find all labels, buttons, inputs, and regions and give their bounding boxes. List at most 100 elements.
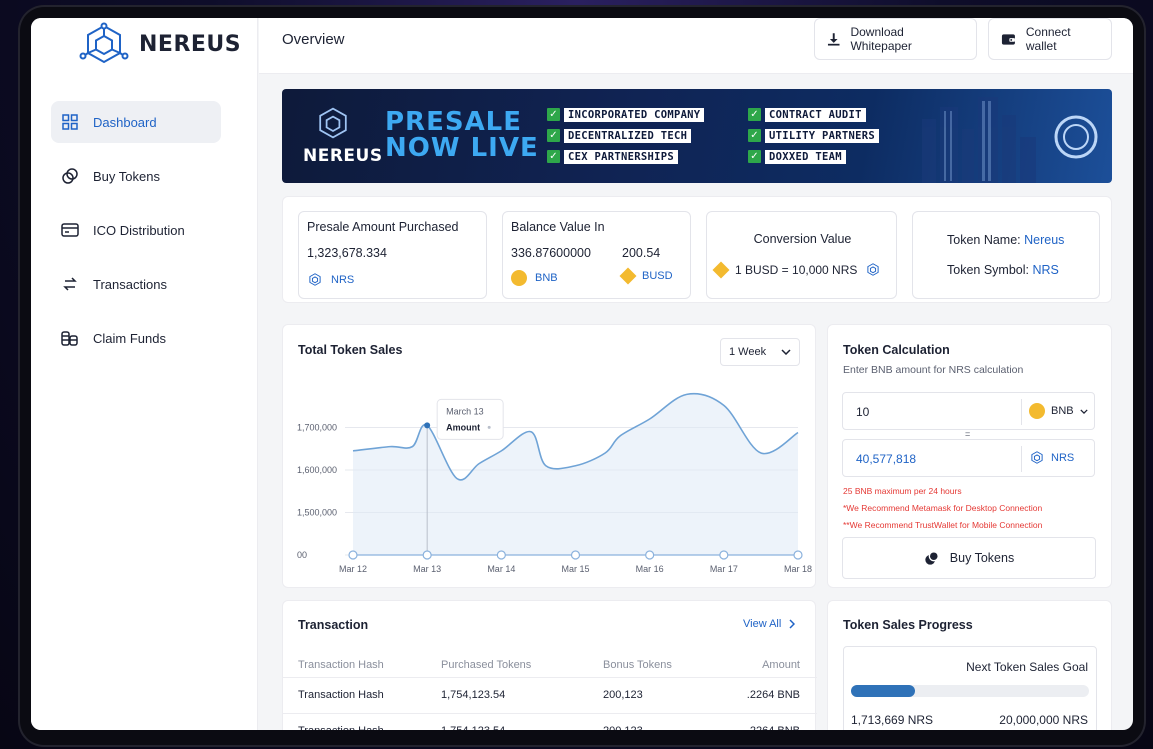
bnb-currency-label: BNB: [1051, 405, 1074, 417]
token-calculation-panel: Token Calculation Enter BNB amount for N…: [827, 324, 1112, 588]
tx-amount: .2264 BNB: [723, 712, 817, 730]
sales-progress-panel: Token Sales Progress Next Token Sales Go…: [827, 600, 1112, 730]
progress-title: Token Sales Progress: [843, 618, 973, 632]
x-tick-marker: [645, 550, 655, 560]
x-tick-label: Mar 15: [561, 564, 589, 574]
banner-brand: NEREUS: [303, 146, 383, 166]
busd-icon: [712, 261, 730, 278]
balance-label: Balance Value In: [511, 220, 605, 234]
progress-fill: [851, 685, 916, 697]
table-row[interactable]: Transaction Hash 1,754,123.54 200,123 .2…: [283, 712, 817, 730]
tooltip-date: March 13: [446, 406, 484, 416]
x-tick-marker: [793, 550, 803, 560]
x-tick-marker: [570, 550, 581, 560]
banner-check-text: UTILITY PARTNERS: [765, 128, 879, 143]
banner-check-item: ✓ CEX PARTNERSHIPS: [547, 149, 704, 164]
connect-wallet-label: Connect wallet: [1025, 25, 1071, 53]
progress-box: Next Token Sales Goal 1,713,669 NRS 20,0…: [843, 646, 1097, 730]
nrs-unit: NRS: [307, 272, 354, 287]
banner-check-item: ✓ UTILITY PARTNERS: [748, 128, 879, 143]
view-all-label: View All: [743, 618, 782, 630]
tooltip-dot: [487, 425, 491, 429]
banner-check-item: ✓ DECENTRALIZED TECH: [547, 128, 704, 143]
conversion-rate: 1 BUSD = 10,000 NRS: [712, 261, 881, 278]
sidebar-item-dashboard[interactable]: Dashboard: [51, 101, 221, 143]
progress-current: 1,713,669 NRS: [851, 713, 934, 727]
nrs-icon: [1031, 451, 1043, 464]
bnb-icon: [1029, 403, 1045, 419]
banner-check-item: ✓ DOXXED TEAM: [748, 149, 879, 164]
banner-check-text: INCORPORATED COMPANY: [564, 107, 705, 122]
token-info-card: Token Name: Nereus Token Symbol: NRS: [912, 211, 1100, 299]
x-tick-label: Mar 13: [413, 564, 441, 574]
check-icon: ✓: [748, 150, 761, 163]
sales-line-chart[interactable]: 1,700,000 1,600,000 1,500,000 00 Mar 12 Mar 1…: [283, 325, 817, 589]
balance-card: Balance Value In 336.87600000 200.54 BNB…: [502, 211, 691, 299]
token-name-label: Token Name:: [947, 233, 1021, 247]
tx-amount: .2264 BNB: [723, 676, 817, 713]
buy-tokens-button[interactable]: Buy Tokens: [842, 537, 1096, 579]
swap-icon: [61, 275, 79, 293]
field-divider: [1021, 446, 1022, 472]
card-icon: [61, 221, 79, 239]
presale-banner[interactable]: NEREUS PRESALE NOW LIVE ✓ INCORPORATED CO…: [282, 89, 1112, 183]
bnb-unit: BNB: [511, 270, 558, 286]
busd-unit-label: BUSD: [642, 270, 673, 282]
sidebar-item-buy-tokens[interactable]: Buy Tokens: [51, 155, 221, 197]
view-all-link[interactable]: View All: [743, 618, 796, 630]
bnb-amount-field[interactable]: 10 BNB: [842, 392, 1095, 430]
bnb-unit-label: BNB: [535, 272, 558, 284]
tx-bonus: 200,123: [603, 676, 723, 713]
check-icon: ✓: [748, 129, 761, 142]
token-sales-chart-panel: Total Token Sales 1 Week 1,700,000 1,600,…: [282, 324, 816, 588]
y-tick-label: 1,600,000: [297, 465, 337, 475]
sidebar: NEREUS Dashboard Buy Tokens ICO Distribu…: [31, 18, 258, 730]
token-name-value: Nereus: [1024, 233, 1065, 247]
busd-unit: BUSD: [619, 267, 673, 285]
token-icon: [61, 167, 79, 185]
chevron-right-icon: [789, 619, 796, 629]
token-symbol-label: Token Symbol:: [947, 263, 1029, 277]
metamask-warning: *We Recommend Metamask for Desktop Conne…: [843, 503, 1043, 513]
stats-panel: Presale Amount Purchased 1,323,678.334 N…: [282, 196, 1112, 303]
bnb-icon: [511, 270, 527, 286]
bnb-balance-value: 336.87600000: [511, 246, 591, 260]
presale-amount-label: Presale Amount Purchased: [307, 220, 459, 234]
column-header: Amount: [762, 658, 800, 671]
banner-check-text: CEX PARTNERSHIPS: [564, 149, 678, 164]
sidebar-item-label: Transactions: [93, 276, 167, 292]
sidebar-item-ico-distribution[interactable]: ICO Distribution: [51, 209, 221, 251]
bnb-currency-select[interactable]: BNB: [1029, 403, 1088, 419]
check-icon: ✓: [547, 108, 560, 121]
conversion-label: Conversion Value: [753, 232, 852, 246]
x-tick-marker: [496, 550, 506, 560]
presale-amount-card: Presale Amount Purchased 1,323,678.334 N…: [298, 211, 487, 299]
banner-check-item: ✓ INCORPORATED COMPANY: [547, 107, 705, 122]
download-icon: [827, 33, 840, 46]
check-icon: ✓: [547, 129, 560, 142]
connect-wallet-button[interactable]: Connect wallet: [988, 18, 1112, 60]
coins-icon: [61, 329, 79, 347]
token-symbol-value: NRS: [1032, 263, 1059, 277]
table-row[interactable]: Transaction Hash 1,754,123.54 200,123 .2…: [283, 676, 817, 713]
x-tick-label: Mar 14: [487, 564, 515, 574]
transactions-table: Transaction Hash Purchased Tokens Bonus …: [283, 653, 817, 730]
bnb-amount-value: 10: [856, 405, 870, 419]
download-whitepaper-button[interactable]: Download Whitepaper: [814, 18, 977, 60]
check-icon: ✓: [547, 150, 560, 163]
nrs-amount-value: 40,577,818: [856, 452, 917, 466]
banner-check-text: DOXXED TEAM: [765, 149, 846, 164]
conversion-text: 1 BUSD = 10,000 NRS: [735, 262, 858, 277]
sidebar-item-transactions[interactable]: Transactions: [51, 263, 221, 305]
x-tick-label: Mar 12: [339, 564, 367, 574]
x-tick-label: Mar 17: [710, 564, 738, 574]
nrs-amount-field[interactable]: 40,577,818 NRS: [842, 439, 1095, 477]
presale-amount-value: 1,323,678.334: [307, 246, 387, 260]
banner-checklist-right: ✓ CONTRACT AUDIT ✓ UTILITY PARTNERS ✓ DOXXE…: [748, 107, 879, 170]
chevron-down-icon: [1080, 408, 1088, 414]
buy-tokens-label: Buy Tokens: [949, 551, 1015, 565]
y-tick-label: 1,700,000: [297, 423, 337, 433]
logo[interactable]: NEREUS: [79, 22, 241, 66]
equals-sign: =: [965, 429, 971, 439]
sidebar-item-claim-funds[interactable]: Claim Funds: [51, 317, 221, 359]
